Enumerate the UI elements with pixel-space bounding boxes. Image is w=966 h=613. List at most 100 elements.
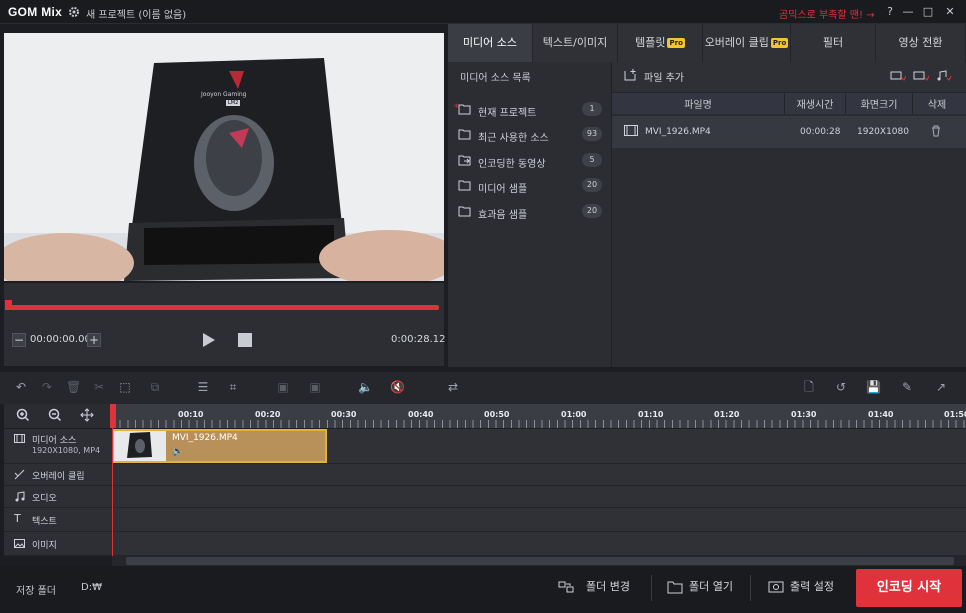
ruler-tick: 00:10 xyxy=(178,410,204,419)
count-badge: 20 xyxy=(582,204,602,218)
library-item-sound-samples[interactable]: 효과음 샘플 20 xyxy=(458,203,606,221)
file-name: MVI_1926.MP4 xyxy=(645,127,711,137)
minimize-button[interactable]: — xyxy=(900,4,916,20)
count-badge: 1 xyxy=(582,102,602,116)
copy-icon[interactable]: ⧉ xyxy=(148,380,162,394)
zoom-in-icon[interactable] xyxy=(16,408,30,422)
promo-link[interactable]: 곰믹스로 부족할 땐! → xyxy=(779,6,875,21)
text-icon: T xyxy=(14,512,21,525)
output-settings-button[interactable]: 출력 설정 xyxy=(768,566,846,608)
current-timecode[interactable]: 00:00:00.00 xyxy=(30,334,91,345)
col-size: 화면크기 xyxy=(860,100,898,111)
image-right-icon[interactable]: ▣ xyxy=(308,380,322,394)
track-image[interactable] xyxy=(112,532,966,556)
add-file-button[interactable]: 파일 추가 xyxy=(644,69,684,84)
step-back-button[interactable]: − xyxy=(12,333,26,347)
open-folder-button[interactable]: 폴더 열기 xyxy=(667,566,741,608)
library-item-media-samples[interactable]: 미디어 샘플 20 xyxy=(458,177,606,195)
new-project-icon[interactable]: 🗋 xyxy=(802,380,816,394)
tab-media-source[interactable]: 미디어 소스 xyxy=(448,24,533,62)
zoom-out-icon[interactable] xyxy=(48,408,62,422)
library-title: 미디어 소스 목록 xyxy=(460,73,531,84)
add-audio-icon[interactable] xyxy=(936,70,952,82)
mute-icon[interactable]: 🔇 xyxy=(390,380,405,394)
close-button[interactable]: ✕ xyxy=(942,4,958,20)
volume-icon[interactable]: 🔈 xyxy=(358,380,373,394)
col-duration: 재생시간 xyxy=(796,100,834,111)
seek-bar[interactable] xyxy=(5,305,439,310)
trash-icon[interactable] xyxy=(931,125,941,137)
change-folder-button[interactable]: 폴더 변경 xyxy=(558,566,642,608)
save-path: D:₩ xyxy=(81,582,102,593)
library-item-current-project[interactable]: * 현재 프로젝트 1 xyxy=(454,101,606,119)
step-forward-button[interactable]: + xyxy=(87,333,101,347)
film-icon xyxy=(14,433,25,444)
file-duration: 00:00:28 xyxy=(800,127,841,137)
tab-text-image[interactable]: 텍스트/이미지 xyxy=(533,24,618,62)
track-label-image: 이미지 xyxy=(4,532,112,556)
settings-gear-icon[interactable] xyxy=(68,6,80,18)
box-model: LM2 xyxy=(226,100,241,106)
folder-icon xyxy=(458,179,472,191)
folder-export-icon xyxy=(458,154,472,166)
image-icon xyxy=(14,538,25,549)
ruler-tick: 01:00 xyxy=(561,410,587,419)
start-encoding-button[interactable]: 인코딩 시작 xyxy=(856,569,962,607)
footer-divider xyxy=(651,575,652,601)
library-item-recent[interactable]: 최근 사용한 소스 93 xyxy=(458,126,606,144)
ruler-tick: 00:50 xyxy=(484,410,510,419)
play-icon[interactable] xyxy=(202,332,216,348)
open-project-icon[interactable]: ↺ xyxy=(834,380,848,394)
count-badge: 93 xyxy=(582,127,602,141)
count-badge: 20 xyxy=(582,178,602,192)
cut-icon[interactable]: ✂ xyxy=(92,380,106,394)
folder-icon xyxy=(458,128,472,140)
fit-timeline-icon[interactable] xyxy=(80,408,94,422)
clip-name: MVI_1926.MP4 xyxy=(172,433,238,443)
seek-handle[interactable] xyxy=(5,300,12,310)
library-item-encoded[interactable]: 인코딩한 동영상 5 xyxy=(458,152,606,170)
track-text[interactable] xyxy=(112,508,966,532)
tab-overlay-clip[interactable]: 오버레이 클립 Pro xyxy=(703,24,791,62)
tab-template[interactable]: 템플릿 Pro xyxy=(618,24,703,62)
playhead[interactable] xyxy=(110,404,116,428)
crop-icon[interactable]: ⌗ xyxy=(226,380,240,394)
track-label-text: T 텍스트 xyxy=(4,508,112,532)
add-video-icon[interactable] xyxy=(890,70,906,82)
add-file-icon[interactable] xyxy=(623,68,637,82)
export-project-icon[interactable]: ↗ xyxy=(934,380,948,394)
maximize-button[interactable]: □ xyxy=(920,4,936,20)
track-overlay[interactable] xyxy=(112,464,966,486)
project-title: 새 프로젝트 (이름 없음) xyxy=(86,10,187,21)
adjust-icon[interactable]: ☰ xyxy=(196,380,210,394)
footer-divider xyxy=(750,575,751,601)
folder-change-icon xyxy=(558,579,574,595)
track-label-overlay: 오버레이 클립 xyxy=(4,464,112,486)
stop-icon[interactable] xyxy=(238,333,252,347)
track-audio[interactable] xyxy=(112,486,966,508)
track-label-audio: 오디오 xyxy=(4,486,112,508)
delete-icon[interactable]: 🗑 xyxy=(66,380,81,394)
scrollbar-thumb[interactable] xyxy=(126,557,954,565)
playhead-line xyxy=(112,428,113,556)
redo-icon[interactable]: ↷ xyxy=(40,380,54,394)
tab-filter[interactable]: 필터 xyxy=(791,24,876,62)
select-range-icon[interactable]: ⬚ xyxy=(118,380,132,394)
preview-controls xyxy=(4,283,444,366)
tab-transition[interactable]: 영상 전환 xyxy=(876,24,966,62)
folder-icon xyxy=(667,579,683,595)
add-image-icon[interactable] xyxy=(913,70,929,82)
app-logo: GOM Mix xyxy=(8,5,63,19)
ruler-tick: 00:20 xyxy=(255,410,281,419)
undo-icon[interactable]: ↶ xyxy=(14,380,28,394)
screen-export-icon[interactable]: ⇄ xyxy=(443,380,463,394)
image-left-icon[interactable]: ▣ xyxy=(276,380,290,394)
ruler-minor-ticks xyxy=(112,420,966,428)
help-button[interactable]: ? xyxy=(882,4,898,20)
edit-project-icon[interactable]: ✎ xyxy=(900,380,914,394)
clip-audio-icon: 🔈 xyxy=(172,447,184,457)
ruler-tick: 01:40 xyxy=(868,410,894,419)
overlay-icon xyxy=(14,469,25,480)
save-project-icon[interactable]: 💾 xyxy=(866,380,881,394)
film-icon xyxy=(624,125,638,136)
